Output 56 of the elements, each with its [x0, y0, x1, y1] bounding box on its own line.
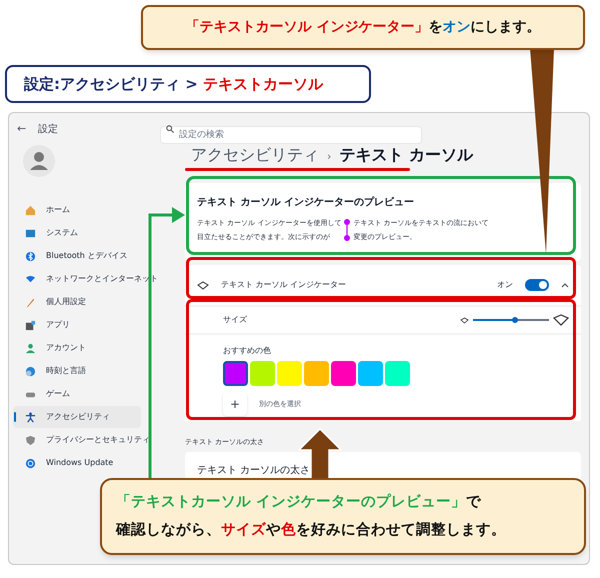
- callout-text: 設定:アクセシビリティ > テキストカーソル: [24, 74, 324, 95]
- text-cursor-indicator-icon: [343, 219, 352, 241]
- size-label: サイズ: [223, 314, 248, 326]
- thickness-card-title: テキスト カーソルの太さ: [197, 464, 310, 476]
- small-indicator-icon: [460, 316, 469, 324]
- size-slider[interactable]: [473, 316, 549, 324]
- nav-icon: [25, 250, 36, 262]
- sidebar-item[interactable]: ホーム: [13, 199, 74, 221]
- sidebar-item[interactable]: Bluetooth とデバイス: [13, 245, 132, 267]
- nav-icon: [25, 320, 36, 330]
- color-swatch[interactable]: [304, 361, 329, 386]
- sidebar-item[interactable]: 時刻と言語: [13, 360, 90, 382]
- callout-text: 「テキストカーソル インジケーターのプレビュー」で: [116, 492, 482, 512]
- sidebar-item[interactable]: アカウント: [13, 337, 90, 359]
- callout-text: 「テキストカーソル インジケーター」をオンにします。: [186, 18, 540, 37]
- color-swatch[interactable]: [385, 361, 410, 386]
- callout-text: 確認しながら、サイズや色を好みに合わせて調整します。: [116, 520, 507, 540]
- nav-icon: [25, 228, 36, 238]
- search-icon: [166, 125, 174, 133]
- nav-icon: [25, 434, 36, 446]
- nav-icon: [25, 412, 36, 422]
- nav-icon: [25, 342, 36, 354]
- sidebar-item[interactable]: 個人用設定: [13, 291, 90, 313]
- sidebar-item[interactable]: ゲーム: [13, 383, 74, 405]
- window-title: 設定: [38, 122, 58, 136]
- nav-icon: [25, 366, 36, 376]
- large-indicator-icon: [553, 314, 569, 326]
- nav-icon: [25, 458, 36, 468]
- sidebar-item[interactable]: アプリ: [13, 314, 74, 336]
- add-color-button[interactable]: +: [223, 392, 247, 416]
- sidebar-item[interactable]: Windows Update: [13, 452, 118, 474]
- cursor-indicator-icon: [197, 280, 209, 290]
- avatar-icon[interactable]: [23, 145, 55, 177]
- sidebar-item[interactable]: システム: [13, 222, 82, 244]
- page-title: テキスト カーソル: [339, 144, 473, 166]
- back-button[interactable]: ←: [17, 120, 26, 138]
- breadcrumb-parent[interactable]: アクセシビリティ: [191, 143, 319, 167]
- color-swatch[interactable]: [358, 361, 383, 386]
- breadcrumb-separator: ›: [327, 149, 332, 165]
- chevron-up-icon[interactable]: [561, 282, 569, 288]
- color-swatch[interactable]: [331, 361, 356, 386]
- sidebar-item[interactable]: プライバシーとセキュリティ: [13, 429, 154, 451]
- recommended-colors-label: おすすめの色: [223, 345, 272, 357]
- nav-icon: [25, 296, 36, 308]
- color-swatch[interactable]: [223, 361, 248, 386]
- sidebar-item[interactable]: アクセシビリティ: [13, 406, 141, 428]
- toggle-state-text: オン: [497, 279, 513, 291]
- search-field[interactable]: 設定の検索: [160, 126, 422, 144]
- nav-icon: [25, 274, 36, 284]
- nav-icon: [25, 204, 36, 216]
- preview-title: テキスト カーソル インジケーターのプレビュー: [197, 195, 415, 210]
- sidebar-item[interactable]: ネットワークとインターネット: [13, 268, 162, 290]
- indicator-label: テキスト カーソル インジケーター: [221, 279, 348, 291]
- color-swatch[interactable]: [250, 361, 275, 386]
- color-swatch[interactable]: [277, 361, 302, 386]
- toggle-switch[interactable]: [525, 279, 549, 291]
